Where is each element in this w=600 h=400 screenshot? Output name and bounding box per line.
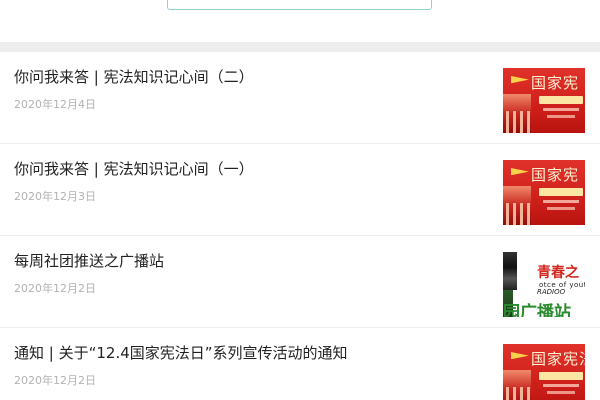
article-title[interactable]: 你问我来答 | 宪法知识记心间（一） [14,159,254,179]
search-input[interactable] [167,0,432,10]
thumbnail-decoration [547,115,575,118]
search-area [0,0,600,42]
list-item[interactable]: 通知 | 关于“12.4国家宪法日”系列宣传活动的通知 2020年12月2日 国… [0,328,600,400]
tiananmen-image [503,370,531,400]
tiananmen-image [503,94,531,133]
article-date: 2020年12月2日 [14,374,96,387]
section-divider [0,42,600,52]
photo-image [503,252,517,290]
article-thumbnail[interactable]: 青春之 otce of youth RADIOO 园广播站 [503,252,585,317]
article-thumbnail[interactable]: 国家宪 [503,68,585,133]
thumbnail-banner [539,188,583,196]
flag-icon [511,168,529,176]
article-title[interactable]: 你问我来答 | 宪法知识记心间（二） [14,67,254,87]
article-date: 2020年12月3日 [14,190,96,203]
list-item[interactable]: 你问我来答 | 宪法知识记心间（一） 2020年12月3日 国家宪 [0,144,600,236]
article-title[interactable]: 通知 | 关于“12.4国家宪法日”系列宣传活动的通知 [14,343,348,363]
flag-icon [511,352,529,360]
article-thumbnail[interactable]: 国家宪法日 [503,344,585,400]
thumbnail-banner [539,372,583,380]
thumbnail-decoration [547,207,575,210]
thumbnail-decoration [547,391,575,394]
article-list: 你问我来答 | 宪法知识记心间（二） 2020年12月4日 国家宪 你问我来答 … [0,52,600,400]
list-item[interactable]: 你问我来答 | 宪法知识记心间（二） 2020年12月4日 国家宪 [0,52,600,144]
article-title[interactable]: 每周社团推送之广播站 [14,251,164,271]
thumbnail-subtitle: RADIOO [537,288,566,296]
thumbnail-headline: 青春之 [537,265,579,281]
thumbnail-station-name: 园广播站 [503,303,571,317]
thumbnail-headline: 国家宪 [531,166,580,184]
thumbnail-headline: 国家宪 [531,74,580,92]
article-date: 2020年12月2日 [14,282,96,295]
thumbnail-decoration [543,384,579,387]
thumbnail-banner [539,96,583,104]
article-date: 2020年12月4日 [14,98,96,111]
article-list-page: 你问我来答 | 宪法知识记心间（二） 2020年12月4日 国家宪 你问我来答 … [0,0,600,400]
tiananmen-image [503,186,531,225]
thumbnail-decoration [543,200,579,203]
flag-icon [511,76,529,84]
thumbnail-decoration [543,108,579,111]
article-thumbnail[interactable]: 国家宪 [503,160,585,225]
list-item[interactable]: 每周社团推送之广播站 2020年12月2日 青春之 otce of youth … [0,236,600,328]
thumbnail-headline: 国家宪法日 [531,350,585,368]
